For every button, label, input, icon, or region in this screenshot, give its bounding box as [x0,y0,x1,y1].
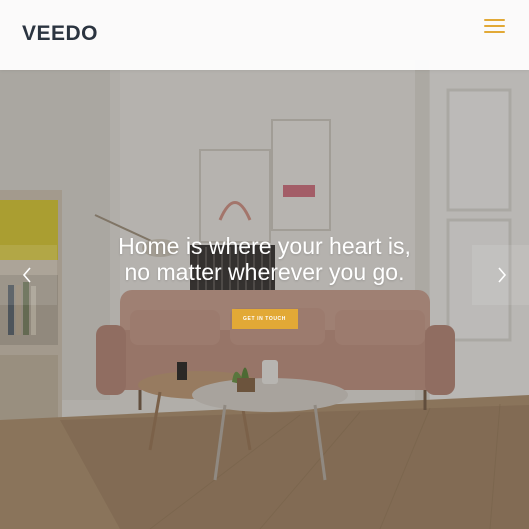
site-logo[interactable]: VEEDO [22,22,98,46]
page: Home is where your heart is, no matter w… [0,0,529,529]
site-header: VEEDO [0,0,529,70]
get-in-touch-button[interactable]: GET IN TOUCH [231,309,298,329]
slide-headline: Home is where your heart is, no matter w… [0,233,529,285]
headline-line-1: Home is where your heart is, [118,233,411,259]
slider-next-button[interactable] [472,245,529,305]
hero-slider: Home is where your heart is, no matter w… [0,0,529,529]
slide-caption: Home is where your heart is, no matter w… [0,233,529,329]
slider-prev-button[interactable] [0,245,57,305]
menu-bar [484,25,505,27]
menu-bar [484,31,505,33]
chevron-right-icon [498,267,507,283]
hamburger-menu-icon[interactable] [483,16,507,36]
menu-bar [484,19,505,21]
headline-line-2: no matter wherever you go. [124,259,405,285]
chevron-left-icon [22,267,31,283]
